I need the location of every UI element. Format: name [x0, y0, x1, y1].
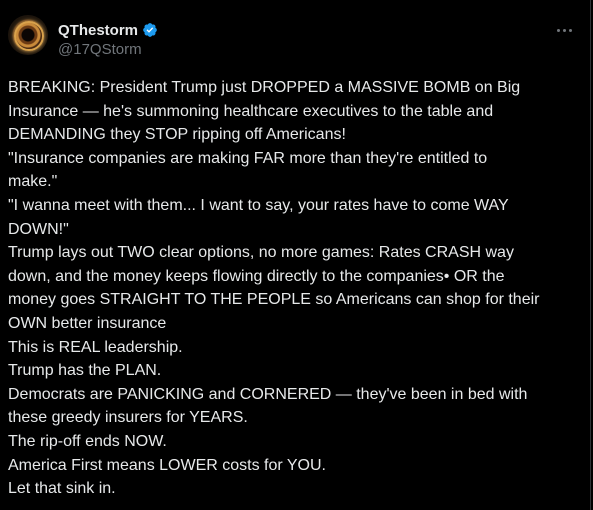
- tweet-line: Democrats are PANICKING and CORNERED — t…: [8, 385, 528, 403]
- tweet-line: This is REAL leadership.: [8, 338, 183, 356]
- tweet-line: America First means LOWER costs for YOU.: [8, 456, 326, 474]
- tweet-line: make.": [8, 173, 58, 191]
- avatar[interactable]: [8, 15, 48, 55]
- author-display-name[interactable]: QThestorm: [58, 22, 138, 39]
- tweet-line: money goes STRAIGHT TO THE PEOPLE so Ame…: [8, 291, 540, 309]
- author-name-row: QThestorm: [58, 20, 158, 40]
- tweet-line: The rip-off ends NOW.: [8, 432, 167, 450]
- tweet-line: Let that sink in.: [8, 480, 116, 498]
- tweet-line: "I wanna meet with them... I want to say…: [8, 196, 509, 214]
- tweet-line: BREAKING: President Trump just DROPPED a…: [8, 79, 521, 96]
- author-handle[interactable]: @17QStorm: [58, 41, 142, 58]
- more-dot: [562, 28, 566, 32]
- avatar-ring: [14, 21, 44, 51]
- tweet-text: BREAKING: President Trump just DROPPED a…: [8, 76, 583, 501]
- tweet-line: these greedy insurers for YEARS.: [8, 409, 248, 427]
- more-options-button[interactable]: [552, 18, 576, 42]
- tweet-card: QThestorm @17QStorm BREAKING: President …: [0, 0, 591, 510]
- tweet-line: down, and the money keeps flowing direct…: [8, 267, 505, 285]
- tweet-line: Trump lays out TWO clear options, no mor…: [8, 244, 514, 262]
- tweet-line: Trump has the PLAN.: [8, 362, 162, 380]
- tweet-line: DOWN!": [8, 220, 69, 238]
- tweet-line: DEMANDING they STOP ripping off American…: [8, 126, 346, 144]
- verified-badge-icon: [143, 23, 157, 37]
- more-dot: [568, 28, 572, 32]
- tweet-line: OWN better insurance: [8, 314, 167, 332]
- tweet-line: Insurance — he's summoning healthcare ex…: [8, 102, 494, 120]
- more-horizontal-icon: [556, 28, 560, 32]
- tweet-line: "Insurance companies are making FAR more…: [8, 149, 488, 167]
